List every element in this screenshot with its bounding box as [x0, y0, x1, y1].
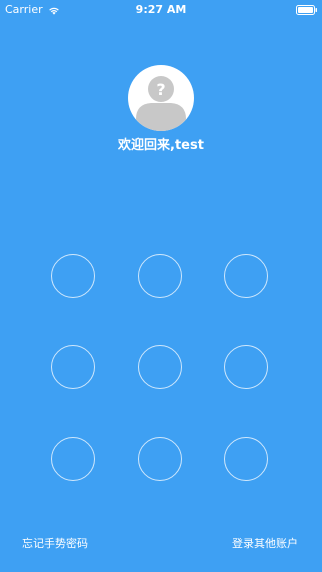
login-other-account-link[interactable]: 登录其他账户	[232, 536, 298, 552]
gesture-point-8[interactable]	[138, 437, 182, 481]
forgot-gesture-password-link[interactable]: 忘记手势密码	[22, 536, 88, 552]
gesture-pad[interactable]	[0, 0, 322, 572]
gesture-point-9[interactable]	[224, 437, 268, 481]
gesture-point-2[interactable]	[138, 254, 182, 298]
gesture-point-5[interactable]	[138, 345, 182, 389]
gesture-point-4[interactable]	[51, 345, 95, 389]
gesture-point-3[interactable]	[224, 254, 268, 298]
gesture-point-7[interactable]	[51, 437, 95, 481]
gesture-point-1[interactable]	[51, 254, 95, 298]
gesture-login-screen: Carrier 9:27 AM ? 欢迎回来,test 忘记手势密码 登录其他账…	[0, 0, 322, 572]
gesture-point-6[interactable]	[224, 345, 268, 389]
